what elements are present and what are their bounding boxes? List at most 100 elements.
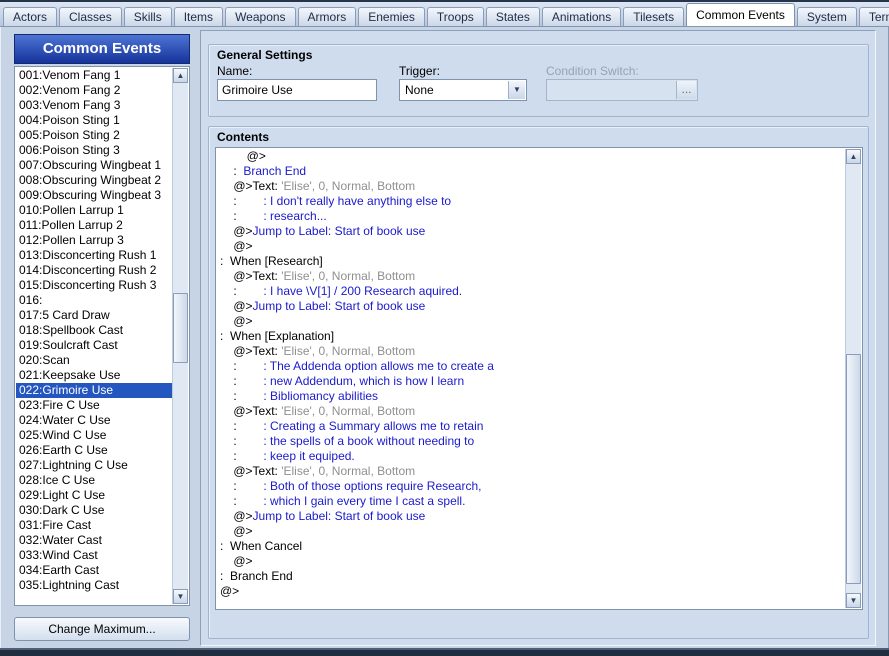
contents-title: Contents [217,130,269,144]
event-list-item[interactable]: 020:Scan [16,353,172,368]
event-command-line[interactable]: : When Cancel [220,539,844,554]
event-list-item[interactable]: 034:Earth Cast [16,563,172,578]
scroll-up-button[interactable]: ▲ [173,68,188,83]
event-list-item[interactable]: 035:Lightning Cast [16,578,172,593]
event-command-line[interactable]: : : Both of those options require Resear… [220,479,844,494]
trigger-select[interactable]: None ▼ [399,79,527,101]
event-list-item[interactable]: 021:Keepsake Use [16,368,172,383]
event-command-line[interactable]: @> [220,149,844,164]
event-command-line[interactable]: : : Bibliomancy abilities [220,389,844,404]
tab-actors[interactable]: Actors [3,7,58,26]
event-list-item[interactable]: 004:Poison Sting 1 [16,113,172,128]
event-list-item[interactable]: 009:Obscuring Wingbeat 3 [16,188,172,203]
tab-tilesets[interactable]: Tilesets [623,7,685,26]
event-list-scrollbar[interactable]: ▲ ▼ [172,68,188,604]
tab-animations[interactable]: Animations [541,7,622,26]
event-list-item[interactable]: 005:Poison Sting 2 [16,128,172,143]
event-list-item[interactable]: 023:Fire C Use [16,398,172,413]
trigger-dropdown-button[interactable]: ▼ [508,81,525,99]
event-list-scroll-thumb[interactable] [173,293,188,363]
contents-scroll-thumb[interactable] [846,354,861,584]
event-command-line[interactable]: @>Text: 'Elise', 0, Normal, Bottom [220,404,844,419]
tab-states[interactable]: States [485,7,540,26]
event-command-line[interactable]: @> [220,524,844,539]
common-events-panel-title: Common Events [14,34,190,64]
tab-skills[interactable]: Skills [123,7,172,26]
event-list-item[interactable]: 024:Water C Use [16,413,172,428]
event-list-item[interactable]: 032:Water Cast [16,533,172,548]
event-list-item[interactable]: 029:Light C Use [16,488,172,503]
event-command-line[interactable]: @> [220,584,844,599]
event-list-item[interactable]: 030:Dark C Use [16,503,172,518]
event-list-item[interactable]: 025:Wind C Use [16,428,172,443]
event-list-scroll-track[interactable] [173,83,188,589]
event-list-item[interactable]: 002:Venom Fang 2 [16,83,172,98]
tab-common-events[interactable]: Common Events [686,3,795,26]
scroll-down-button[interactable]: ▼ [173,589,188,604]
event-command-line[interactable]: : When [Explanation] [220,329,844,344]
condition-switch-field: ... [546,79,698,101]
tab-system[interactable]: System [796,7,857,26]
event-list-item[interactable]: 007:Obscuring Wingbeat 1 [16,158,172,173]
event-command-line[interactable]: : Branch End [220,569,844,584]
event-command-line[interactable]: : : new Addendum, which is how I learn [220,374,844,389]
event-list-item[interactable]: 027:Lightning C Use [16,458,172,473]
trigger-value: None [405,83,434,97]
contents-scrollbar[interactable]: ▲ ▼ [845,149,861,608]
event-list-item[interactable]: 028:Ice C Use [16,473,172,488]
event-command-line[interactable]: : : I have \V[1] / 200 Research aquired. [220,284,844,299]
contents-lines: @> : Branch End @>Text: 'Elise', 0, Norm… [217,149,844,608]
event-list-item[interactable]: 003:Venom Fang 3 [16,98,172,113]
event-list-item[interactable]: 022:Grimoire Use [16,383,172,398]
event-command-line[interactable]: @> [220,239,844,254]
event-command-line[interactable]: : : research... [220,209,844,224]
event-command-line[interactable]: : Branch End [220,164,844,179]
event-command-line[interactable]: : : I don't really have anything else to [220,194,844,209]
event-list-item[interactable]: 014:Disconcerting Rush 2 [16,263,172,278]
event-command-line[interactable]: @> [220,314,844,329]
event-list-item[interactable]: 013:Disconcerting Rush 1 [16,248,172,263]
contents-scroll-track[interactable] [846,164,861,593]
scroll-up-icon: ▲ [849,152,858,161]
event-list-item[interactable]: 033:Wind Cast [16,548,172,563]
contents-scroll-down-button[interactable]: ▼ [846,593,861,608]
event-command-line[interactable]: @>Text: 'Elise', 0, Normal, Bottom [220,344,844,359]
event-command-line[interactable]: : When [Research] [220,254,844,269]
event-command-line[interactable]: @>Text: 'Elise', 0, Normal, Bottom [220,179,844,194]
event-list-item[interactable]: 010:Pollen Larrup 1 [16,203,172,218]
scroll-down-icon: ▼ [176,592,185,601]
event-list-item[interactable]: 016: [16,293,172,308]
name-input[interactable] [217,79,377,101]
tab-items[interactable]: Items [173,7,224,26]
event-list-item[interactable]: 011:Pollen Larrup 2 [16,218,172,233]
event-command-line[interactable]: : : Creating a Summary allows me to reta… [220,419,844,434]
event-list-item[interactable]: 006:Poison Sting 3 [16,143,172,158]
change-maximum-button[interactable]: Change Maximum... [14,617,190,641]
event-command-line[interactable]: @>Text: 'Elise', 0, Normal, Bottom [220,269,844,284]
event-list-item[interactable]: 015:Disconcerting Rush 3 [16,278,172,293]
event-list-item[interactable]: 012:Pollen Larrup 3 [16,233,172,248]
tab-troops[interactable]: Troops [426,7,484,26]
event-command-line[interactable]: @> [220,554,844,569]
tab-enemies[interactable]: Enemies [358,7,425,26]
event-command-line[interactable]: : : the spells of a book without needing… [220,434,844,449]
event-list-item[interactable]: 017:5 Card Draw [16,308,172,323]
event-list-item[interactable]: 031:Fire Cast [16,518,172,533]
event-list-item[interactable]: 026:Earth C Use [16,443,172,458]
event-command-line[interactable]: @>Text: 'Elise', 0, Normal, Bottom [220,464,844,479]
event-list-item[interactable]: 008:Obscuring Wingbeat 2 [16,173,172,188]
event-command-line[interactable]: : : The Addenda option allows me to crea… [220,359,844,374]
event-command-line[interactable]: @>Jump to Label: Start of book use [220,509,844,524]
event-command-line[interactable]: : : keep it equiped. [220,449,844,464]
event-list-item[interactable]: 019:Soulcraft Cast [16,338,172,353]
tab-terms[interactable]: Terms [858,7,889,26]
event-command-line[interactable]: @>Jump to Label: Start of book use [220,299,844,314]
event-list-item[interactable]: 018:Spellbook Cast [16,323,172,338]
event-command-line[interactable]: @>Jump to Label: Start of book use [220,224,844,239]
tab-armors[interactable]: Armors [297,7,357,26]
tab-weapons[interactable]: Weapons [225,7,296,26]
event-command-line[interactable]: : : which I gain every time I cast a spe… [220,494,844,509]
event-list-item[interactable]: 001:Venom Fang 1 [16,68,172,83]
contents-scroll-up-button[interactable]: ▲ [846,149,861,164]
tab-classes[interactable]: Classes [59,7,122,26]
